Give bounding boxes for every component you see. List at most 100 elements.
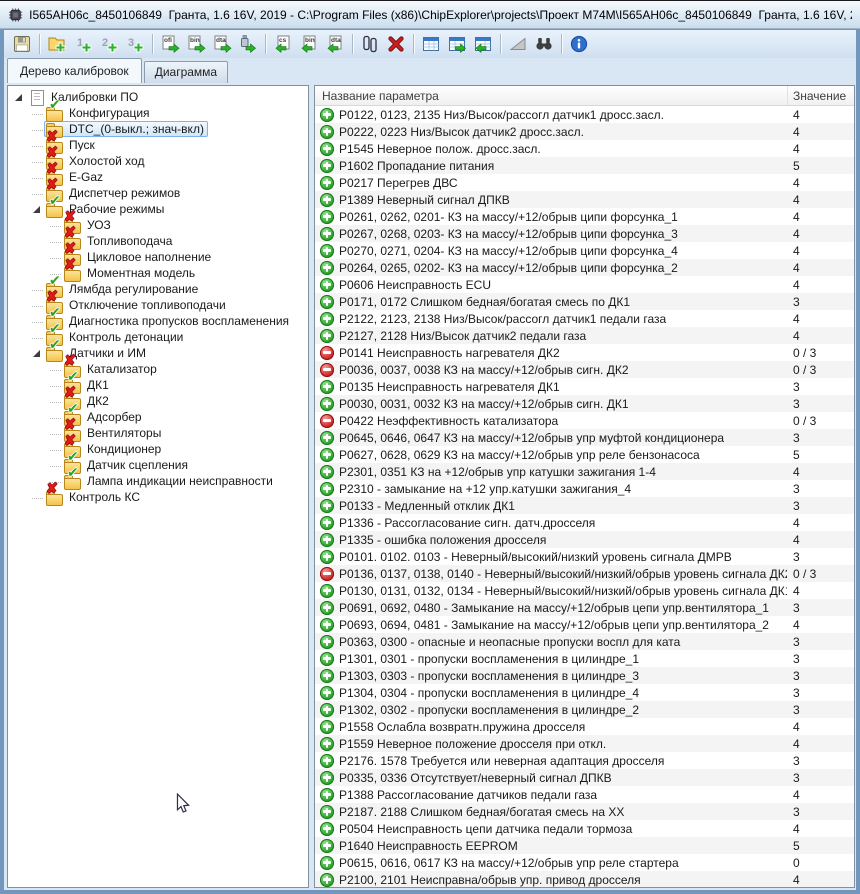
tree-item-content[interactable]: Моментная модель — [62, 265, 199, 281]
table-row[interactable]: P0030, 0031, 0032 КЗ на массу/+12/обрыв … — [315, 395, 854, 412]
tree-item[interactable]: Контроль КС — [8, 489, 308, 505]
tree-item[interactable]: Рабочие режимы — [8, 201, 308, 217]
table-row[interactable]: P0645, 0646, 0647 КЗ на массу/+12/обрыв … — [315, 429, 854, 446]
import-cs-button[interactable]: cs — [270, 32, 296, 56]
tree-item[interactable]: Контроль детонации — [8, 329, 308, 345]
tree-item[interactable]: E-Gaz — [8, 169, 308, 185]
table-row[interactable]: P2176. 1578 Требуется или неверная адапт… — [315, 752, 854, 769]
table-row[interactable]: P0606 Неисправность ECU 4 — [315, 276, 854, 293]
expand-arrow-icon[interactable] — [31, 315, 44, 328]
table-import-button[interactable] — [470, 32, 496, 56]
table-row[interactable]: P0122, 0123, 2135 Низ/Высок/рассогл датч… — [315, 106, 854, 123]
table-row[interactable]: P0171, 0172 Слишком бедная/богатая смесь… — [315, 293, 854, 310]
table-row[interactable]: P0627, 0628, 0629 КЗ на массу/+12/обрыв … — [315, 446, 854, 463]
delete-button[interactable] — [383, 32, 409, 56]
table-row[interactable]: P1335 - ошибка положения дросселя 4 — [315, 531, 854, 548]
tree-item-content[interactable]: Лямбда регулирование — [44, 281, 202, 297]
expand-arrow-icon[interactable] — [49, 251, 62, 264]
tree-item-content[interactable]: Пуск — [44, 137, 99, 153]
tree-item[interactable]: Топливоподача — [8, 233, 308, 249]
open-slot3-button[interactable]: 3 — [122, 32, 148, 56]
table-row[interactable]: P2127, 2128 Низ/Высок датчик2 педали газ… — [315, 327, 854, 344]
table-row[interactable]: P1389 Неверный сигнал ДПКВ 4 — [315, 191, 854, 208]
table-row[interactable]: P1301, 0301 - пропуски воспламенения в ц… — [315, 650, 854, 667]
table-row[interactable]: P1302, 0302 - пропуски воспламенения в ц… — [315, 701, 854, 718]
tree-item[interactable]: DTC_(0-выкл.; знач-вкл) — [8, 121, 308, 137]
tree-item[interactable]: Диспетчер режимов — [8, 185, 308, 201]
open-project-button[interactable] — [44, 32, 70, 56]
table-row[interactable]: P0141 Неисправность нагревателя ДК2 0 / … — [315, 344, 854, 361]
tree-item[interactable]: Моментная модель — [8, 265, 308, 281]
expand-arrow-icon[interactable] — [49, 235, 62, 248]
table-row[interactable]: P1388 Рассогласование датчиков педали га… — [315, 786, 854, 803]
table-row[interactable]: P0217 Перегрев ДВС 4 — [315, 174, 854, 191]
expand-arrow-icon[interactable] — [31, 299, 44, 312]
tab-diagram[interactable]: Диаграмма — [144, 61, 228, 83]
table-row[interactable]: P2122, 2123, 2138 Низ/Высок/рассогл датч… — [315, 310, 854, 327]
tree-item[interactable]: Калибровки ПО — [8, 89, 308, 105]
table-row[interactable]: P0267, 0268, 0203- КЗ на массу/+12/обрыв… — [315, 225, 854, 242]
table-view-button[interactable] — [418, 32, 444, 56]
import-dta-button[interactable]: dta — [322, 32, 348, 56]
tree-item[interactable]: Холостой ход — [8, 153, 308, 169]
expand-arrow-icon[interactable] — [31, 187, 44, 200]
tree-item-content[interactable]: Топливоподача — [62, 233, 176, 249]
tab-calibration-tree[interactable]: Дерево калибровок — [7, 58, 142, 83]
tree-item-content[interactable]: Катализатор — [62, 361, 161, 377]
expand-arrow-icon[interactable] — [49, 363, 62, 376]
tree-item[interactable]: Диагностика пропусков воспламенения — [8, 313, 308, 329]
tree-item-content[interactable]: Лампа индикации неисправности — [62, 473, 277, 489]
tree-item-content[interactable]: Вентиляторы — [62, 425, 165, 441]
tree-item-content[interactable]: Кондиционер — [62, 441, 165, 457]
tree-item-content[interactable]: E-Gaz — [44, 169, 107, 185]
tree-item[interactable]: Кондиционер — [8, 441, 308, 457]
export-dta-button[interactable]: dta — [209, 32, 235, 56]
expand-arrow-icon[interactable] — [31, 347, 44, 360]
tree-item-content[interactable]: Конфигурация — [44, 105, 154, 121]
import-bin-button[interactable]: bin — [296, 32, 322, 56]
tree-item[interactable]: ДК2 — [8, 393, 308, 409]
expand-arrow-icon[interactable] — [31, 491, 44, 504]
tree-item-content[interactable]: УОЗ — [62, 217, 115, 233]
tree-item[interactable]: ДК1 — [8, 377, 308, 393]
expand-arrow-icon[interactable] — [31, 283, 44, 296]
tree-item-content[interactable]: Рабочие режимы — [44, 201, 168, 217]
save-button[interactable] — [9, 32, 35, 56]
tree-item-content[interactable]: Контроль КС — [44, 489, 144, 505]
table-row[interactable]: P1336 - Рассогласование сигн. датч.дросс… — [315, 514, 854, 531]
table-row[interactable]: P2100, 2101 Неисправна/обрыв упр. привод… — [315, 871, 854, 887]
table-row[interactable]: P0136, 0137, 0138, 0140 - Неверный/высок… — [315, 565, 854, 582]
search-button[interactable] — [531, 32, 557, 56]
tree-item-content[interactable]: Контроль детонации — [44, 329, 187, 345]
expand-arrow-icon[interactable] — [31, 123, 44, 136]
tree-item[interactable]: Цикловое наполнение — [8, 249, 308, 265]
tree-item-content[interactable]: ДК1 — [62, 377, 113, 393]
expand-arrow-icon[interactable] — [49, 443, 62, 456]
open-slot1-button[interactable]: 1 — [70, 32, 96, 56]
table-row[interactable]: P1303, 0303 - пропуски воспламенения в ц… — [315, 667, 854, 684]
table-row[interactable]: P0130, 0131, 0132, 0134 - Неверный/высок… — [315, 582, 854, 599]
tree-item-content[interactable]: DTC_(0-выкл.; знач-вкл) — [44, 121, 208, 137]
expand-arrow-icon[interactable] — [49, 219, 62, 232]
tree-item-content[interactable]: Диагностика пропусков воспламенения — [44, 313, 293, 329]
table-export-button[interactable] — [444, 32, 470, 56]
table-row[interactable]: P0101. 0102. 0103 - Неверный/высокий/низ… — [315, 548, 854, 565]
table-row[interactable]: P0135 Неисправность нагревателя ДК1 3 — [315, 378, 854, 395]
table-row[interactable]: P0270, 0271, 0204- КЗ на массу/+12/обрыв… — [315, 242, 854, 259]
expand-arrow-icon[interactable] — [49, 427, 62, 440]
tree-item-content[interactable]: Диспетчер режимов — [44, 185, 184, 201]
table-row[interactable]: P0615, 0616, 0617 КЗ на массу/+12/обрыв … — [315, 854, 854, 871]
table-row[interactable]: P2187. 2188 Слишком бедная/богатая смесь… — [315, 803, 854, 820]
tree-item[interactable]: Отключение топливоподачи — [8, 297, 308, 313]
expand-arrow-icon[interactable] — [49, 475, 62, 488]
table-row[interactable]: P0261, 0262, 0201- КЗ на массу/+12/обрыв… — [315, 208, 854, 225]
table-row[interactable]: P0504 Неисправность цепи датчика педали … — [315, 820, 854, 837]
tree-item[interactable]: Лампа индикации неисправности — [8, 473, 308, 489]
expand-arrow-icon[interactable] — [49, 459, 62, 472]
tree-item[interactable]: Конфигурация — [8, 105, 308, 121]
table-row[interactable]: P0222, 0223 Низ/Высок датчик2 дросс.засл… — [315, 123, 854, 140]
tree-item[interactable]: Адсорбер — [8, 409, 308, 425]
table-row[interactable]: P1545 Неверное полож. дросс.засл. 4 — [315, 140, 854, 157]
expand-arrow-icon[interactable] — [31, 203, 44, 216]
column-header-name[interactable]: Название параметра — [315, 89, 787, 103]
